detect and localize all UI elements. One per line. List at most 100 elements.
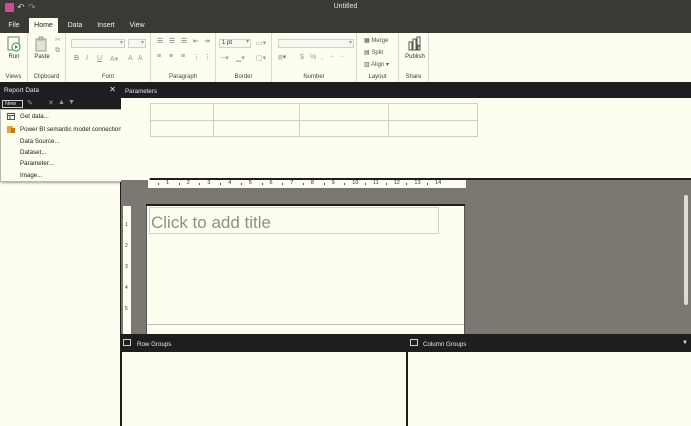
ruler-tick bbox=[323, 183, 325, 185]
ribbon-group-border: 1 pt ▭▾ ┄▾ ▁▾ ▢▾ Border bbox=[216, 33, 272, 82]
ruler-tick-label: 4 bbox=[125, 285, 128, 291]
ruler-tick-label: 1 bbox=[166, 180, 170, 186]
ruler-tick-label: 4 bbox=[228, 180, 232, 186]
percent-button[interactable]: % bbox=[310, 54, 316, 61]
align-top-icon[interactable]: ☰ bbox=[157, 37, 163, 45]
decrease-indent-icon[interactable]: ⇤ bbox=[193, 37, 199, 45]
report-title-placeholder[interactable]: Click to add title bbox=[149, 207, 439, 234]
report-data-header: Report Data ✕ bbox=[0, 82, 120, 99]
publish-label: Publish bbox=[405, 54, 425, 60]
number-format-combo[interactable] bbox=[278, 39, 354, 48]
run-label: Run bbox=[8, 54, 20, 60]
border-color-icon[interactable]: ▭▾ bbox=[256, 39, 266, 47]
report-data-title: Report Data bbox=[4, 87, 40, 94]
ruler-tick bbox=[220, 183, 222, 185]
paste-button[interactable]: Paste bbox=[32, 36, 52, 60]
document-title: Untitled bbox=[333, 3, 358, 10]
ribbon-group-views: Run Views bbox=[0, 33, 28, 82]
delete-icon[interactable]: ✕ bbox=[48, 99, 54, 107]
share-group-label: Share bbox=[405, 74, 422, 80]
bold-button[interactable]: B bbox=[74, 55, 79, 62]
edit-icon[interactable]: ✎ bbox=[27, 99, 33, 107]
border-style-icon[interactable]: ┄▾ bbox=[221, 54, 229, 62]
page-footer-line bbox=[147, 324, 464, 325]
italic-button[interactable]: I bbox=[86, 55, 88, 62]
ruler-tick bbox=[406, 183, 408, 185]
menu-item-label: Power BI semantic model connection... bbox=[20, 126, 127, 133]
ruler-tick bbox=[240, 183, 242, 185]
close-icon[interactable]: ✕ bbox=[109, 85, 116, 94]
move-up-icon[interactable]: ▲ bbox=[58, 99, 65, 106]
vertical-ruler: 1 2 3 4 5 bbox=[123, 206, 131, 334]
increase-indent-icon[interactable]: ⇥ bbox=[204, 37, 210, 45]
report-data-toolbar: New ✎ ✕ ▲ ▼ bbox=[0, 99, 120, 109]
get-data-icon bbox=[7, 113, 15, 120]
align-right-icon[interactable]: ≡ bbox=[181, 53, 185, 60]
column-groups-icon bbox=[410, 339, 418, 346]
ribbon-group-number: ⦻▾ $ % , ⁺ ⁻ Number bbox=[272, 33, 357, 82]
font-color-button[interactable]: A▾ bbox=[110, 55, 118, 63]
groups-header: Row Groups Column Groups ▼ bbox=[120, 335, 691, 352]
align-button[interactable]: ▥ Align ▾ bbox=[364, 61, 389, 68]
numbering-icon[interactable]: ⋮ bbox=[204, 53, 211, 61]
align-middle-icon[interactable]: ☰ bbox=[169, 37, 175, 45]
ruler-tick bbox=[178, 183, 180, 185]
tab-file[interactable]: File bbox=[3, 18, 25, 33]
row-groups-label: Row Groups bbox=[137, 341, 172, 348]
grid-divider bbox=[151, 120, 477, 121]
increase-decimal-icon[interactable]: ⁺ bbox=[330, 54, 334, 62]
vertical-scrollbar[interactable] bbox=[684, 195, 688, 305]
tab-view[interactable]: View bbox=[124, 18, 150, 33]
currency-button[interactable]: $ bbox=[300, 54, 304, 61]
run-button[interactable]: Run bbox=[5, 36, 23, 60]
tab-insert[interactable]: Insert bbox=[92, 18, 120, 33]
copy-icon[interactable]: ⧉ bbox=[55, 47, 60, 55]
font-size-combo[interactable] bbox=[128, 39, 146, 48]
ruler-tick-label: 5 bbox=[125, 306, 128, 312]
align-center-icon[interactable]: ≡ bbox=[169, 53, 173, 60]
borders-icon[interactable]: ▢▾ bbox=[256, 54, 266, 62]
grow-font-icon[interactable]: A bbox=[128, 55, 133, 62]
border-group-label: Border bbox=[234, 74, 253, 80]
parameters-label: Parameters bbox=[125, 88, 157, 95]
merge-button[interactable]: ▦ Merge bbox=[364, 37, 388, 44]
ruler-tick-label: 2 bbox=[125, 243, 128, 249]
ribbon: Run Views Paste ✂ ⧉ Clipboard B I U A▾ A… bbox=[0, 33, 691, 82]
row-groups-pane[interactable] bbox=[122, 352, 406, 426]
ruler-tick bbox=[365, 183, 366, 185]
tab-data[interactable]: Data bbox=[62, 18, 88, 33]
publish-button[interactable]: Publish bbox=[402, 36, 428, 60]
tab-home[interactable]: Home bbox=[29, 18, 58, 33]
split-button[interactable]: ▤ Split bbox=[364, 49, 383, 56]
split-icon: ▤ bbox=[364, 50, 370, 56]
shrink-font-icon[interactable]: A bbox=[138, 55, 143, 62]
comma-icon[interactable]: , bbox=[321, 54, 323, 61]
semantic-model-icon bbox=[7, 126, 15, 133]
ruler-tick-label: 5 bbox=[248, 180, 252, 186]
merge-icon: ▦ bbox=[364, 38, 370, 44]
underline-button[interactable]: U bbox=[97, 55, 102, 62]
line-color-icon[interactable]: ▁▾ bbox=[236, 54, 245, 62]
bullets-icon[interactable]: ⋮ bbox=[193, 53, 200, 61]
parameters-grid[interactable] bbox=[150, 103, 478, 137]
align-bottom-icon[interactable]: ☰ bbox=[181, 37, 187, 45]
align-left-icon[interactable]: ≡ bbox=[157, 53, 161, 60]
ruler-tick-label: 13 bbox=[414, 180, 421, 186]
column-groups-pane[interactable] bbox=[408, 352, 691, 426]
placeholder-icon[interactable]: ⦻▾ bbox=[278, 53, 286, 62]
decrease-decimal-icon[interactable]: ⁻ bbox=[340, 54, 344, 62]
ruler-tick-label: 3 bbox=[125, 264, 128, 270]
cut-icon[interactable]: ✂ bbox=[55, 36, 61, 44]
menu-item-label: Get data... bbox=[20, 113, 49, 120]
clipboard-group-label: Clipboard bbox=[33, 74, 60, 80]
border-width-combo[interactable]: 1 pt bbox=[219, 39, 251, 48]
font-family-combo[interactable] bbox=[71, 39, 125, 48]
chevron-down-icon[interactable]: ▼ bbox=[682, 340, 688, 346]
title-bar: ↶ ↷ Untitled bbox=[0, 0, 691, 16]
move-down-icon[interactable]: ▼ bbox=[68, 99, 75, 106]
new-button[interactable]: New bbox=[2, 100, 23, 108]
ruler-tick-label: 10 bbox=[352, 180, 359, 186]
parameters-header: Parameters bbox=[121, 86, 691, 98]
ribbon-tabs: File Home Data Insert View bbox=[0, 16, 691, 33]
split-label: Split bbox=[371, 50, 384, 56]
